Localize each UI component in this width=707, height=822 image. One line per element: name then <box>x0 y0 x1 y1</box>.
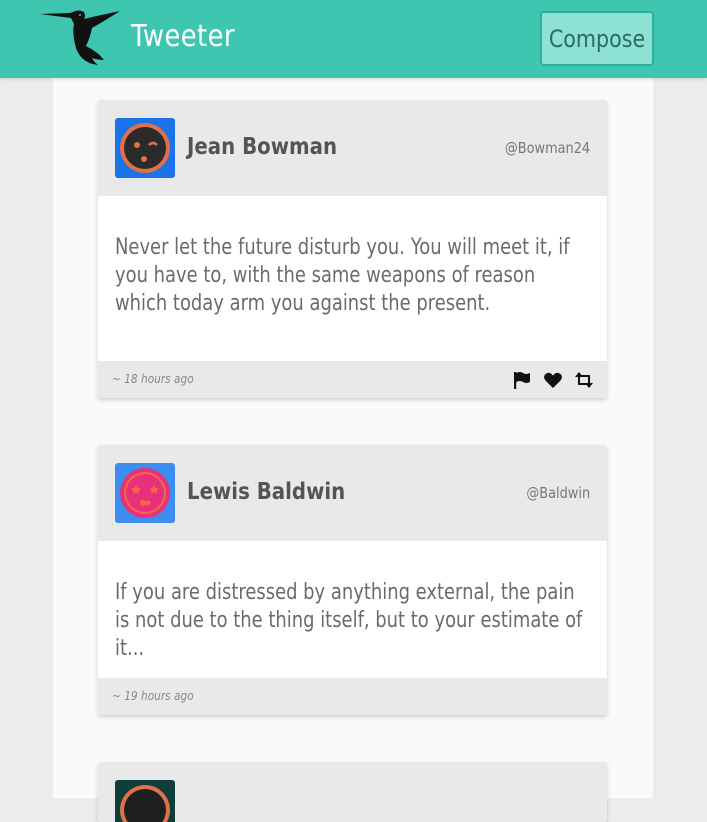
tweet-card: Jean Bowman @Bowman24 Never let the futu… <box>98 100 607 398</box>
flag-icon[interactable] <box>512 370 532 390</box>
hummingbird-icon[interactable] <box>40 8 122 68</box>
author-name[interactable]: Lewis Baldwin <box>187 479 345 505</box>
tweet-text-content: If you are distressed by anything extern… <box>115 580 583 661</box>
tweet-footer: ~ 19 hours ago <box>98 678 607 715</box>
tweet-header: Lewis Baldwin @Baldwin <box>98 445 607 541</box>
avatar-face-icon <box>115 463 175 523</box>
avatar-face-icon <box>115 780 175 822</box>
avatar[interactable] <box>115 780 175 822</box>
avatar[interactable] <box>115 118 175 178</box>
timestamp: ~ 18 hours ago <box>112 372 194 386</box>
compose-label: Compose <box>548 24 646 53</box>
author-handle[interactable]: @Bowman24 <box>505 139 590 157</box>
top-navbar: Tweeter Compose <box>0 0 707 78</box>
tweet-feed: Jean Bowman @Bowman24 Never let the futu… <box>53 78 653 822</box>
author-handle[interactable]: @Baldwin <box>526 484 590 502</box>
tweet-card <box>98 762 607 822</box>
author-name[interactable]: Jean Bowman <box>187 134 337 160</box>
brand-title[interactable]: Tweeter <box>131 19 235 54</box>
avatar-face-icon <box>115 118 175 178</box>
tweet-text-content: Never let the future disturb you. You wi… <box>115 235 570 316</box>
tweet-actions <box>512 370 594 390</box>
heart-icon[interactable] <box>543 370 563 390</box>
avatar[interactable] <box>115 463 175 523</box>
tweet-header <box>98 762 607 822</box>
compose-button[interactable]: Compose <box>540 11 654 66</box>
retweet-icon[interactable] <box>574 370 594 390</box>
tweet-text: If you are distressed by anything extern… <box>98 541 607 663</box>
tweet-footer: ~ 18 hours ago <box>98 361 607 398</box>
tweet-text: Never let the future disturb you. You wi… <box>98 196 607 318</box>
tweet-header: Jean Bowman @Bowman24 <box>98 100 607 196</box>
tweet-card: Lewis Baldwin @Baldwin If you are distre… <box>98 445 607 715</box>
timestamp: ~ 19 hours ago <box>112 689 194 703</box>
